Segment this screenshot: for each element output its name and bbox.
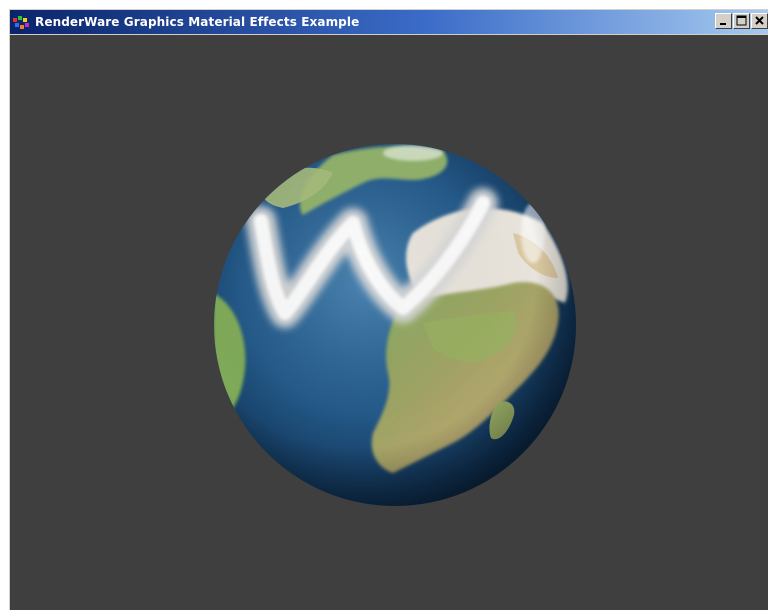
maximize-button[interactable] (733, 13, 750, 29)
minimize-icon (720, 23, 726, 25)
render-viewport[interactable] (10, 35, 768, 610)
globe-shading (214, 144, 576, 506)
minimize-button[interactable] (715, 13, 732, 29)
earth-globe (213, 143, 577, 507)
close-button[interactable] (751, 13, 768, 29)
window-title: RenderWare Graphics Material Effects Exa… (35, 15, 360, 29)
maximize-icon (736, 15, 747, 26)
title-bar[interactable]: RenderWare Graphics Material Effects Exa… (10, 10, 768, 34)
renderware-icon[interactable] (13, 15, 31, 29)
close-icon (755, 16, 764, 25)
window-controls (714, 13, 768, 31)
app-window: RenderWare Graphics Material Effects Exa… (8, 8, 768, 610)
globe-render (214, 144, 576, 506)
